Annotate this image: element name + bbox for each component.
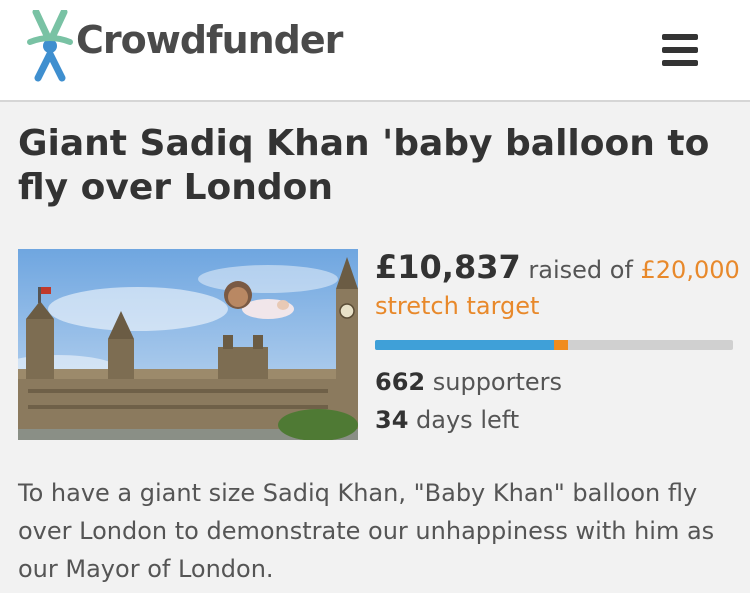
supporters-line: 662 supporters (375, 368, 562, 396)
days-count: 34 (375, 406, 409, 434)
days-left-line: 34 days left (375, 406, 519, 434)
target-amount: £20,000 (640, 256, 740, 284)
supporters-count: 662 (375, 368, 426, 396)
campaign-image[interactable] (18, 249, 358, 440)
stretch-target-label: stretch target (375, 292, 540, 320)
days-label: days left (408, 406, 520, 434)
hamburger-menu-icon[interactable] (662, 34, 698, 66)
supporters-label: supporters (425, 368, 563, 396)
amount-raised: £10,837 (375, 248, 521, 286)
parliament-illustration (18, 249, 358, 440)
progress-marker (554, 340, 568, 350)
raised-line: £10,837 raised of £20,000 (375, 248, 740, 289)
funding-progress-bar (375, 340, 733, 350)
progress-fill (375, 340, 554, 350)
crowdfunder-figure-icon (27, 10, 73, 82)
campaign-title: Giant Sadiq Khan 'baby balloon to fly ov… (18, 123, 710, 208)
raised-of-label: raised of (520, 256, 641, 284)
site-header: Crowdfunder (0, 0, 750, 102)
logo-text[interactable]: Crowdfunder (76, 18, 343, 62)
campaign-description: To have a giant size Sadiq Khan, "Baby K… (18, 479, 715, 583)
campaign-stats: £10,837 raised of £20,000 stretch target… (375, 248, 740, 434)
